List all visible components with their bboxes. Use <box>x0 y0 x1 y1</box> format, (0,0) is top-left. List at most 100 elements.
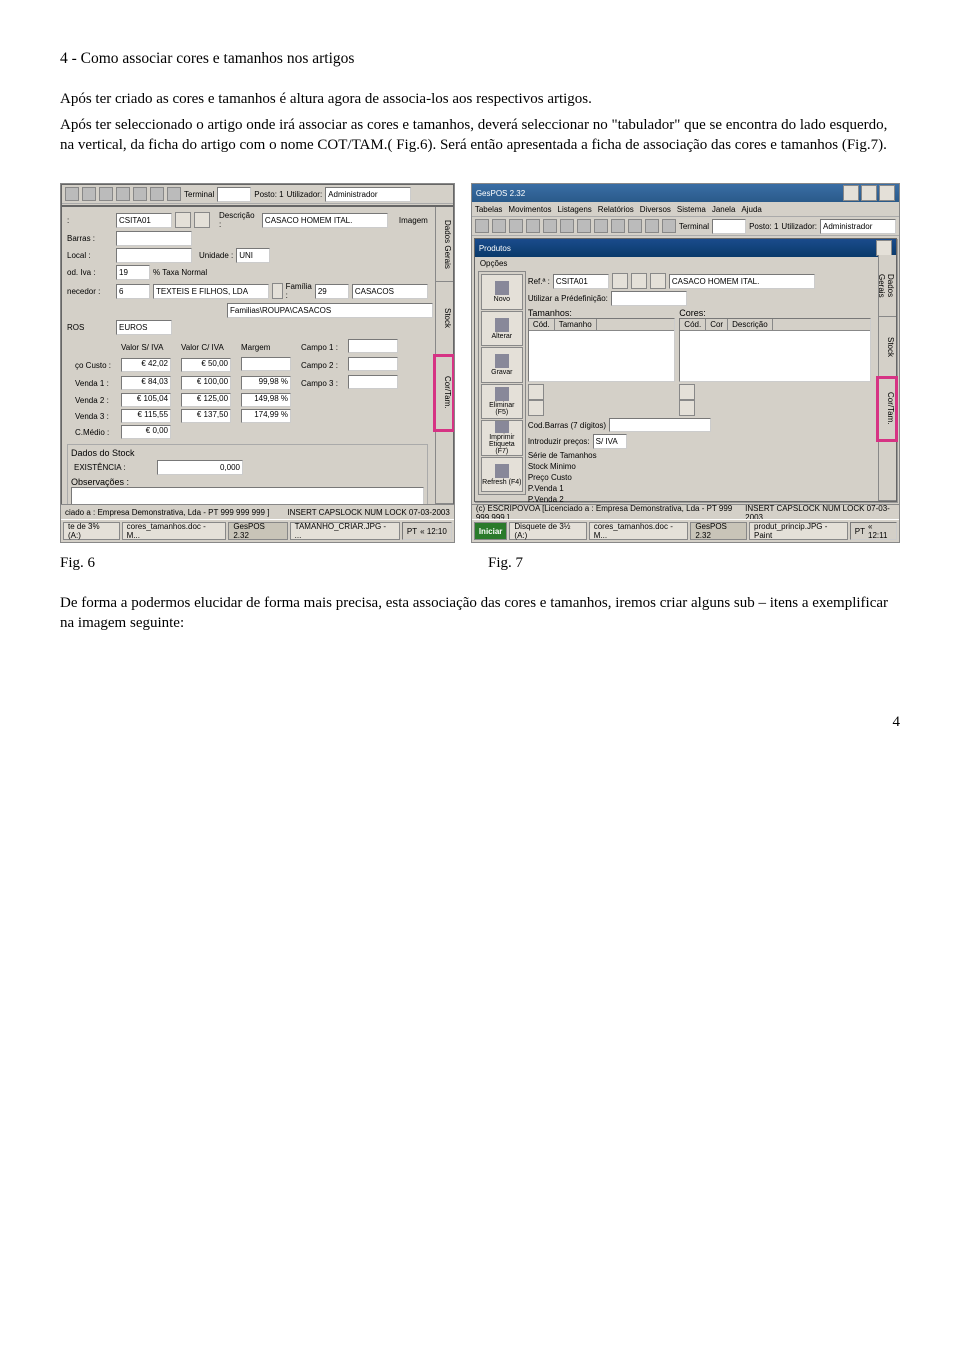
task-item[interactable]: te de 3% (A:) <box>63 522 120 540</box>
toolbar-icon[interactable] <box>594 219 608 233</box>
price-cell[interactable]: € 125,00 <box>181 393 231 407</box>
lookup-button[interactable] <box>612 273 628 289</box>
toolbar-icon[interactable] <box>543 219 557 233</box>
task-item[interactable]: TAMANHO_CRIAR.JPG - ... <box>290 522 400 540</box>
utilizador-select[interactable]: Administrador <box>325 187 411 202</box>
menu-item[interactable]: Ajuda <box>741 205 761 214</box>
menu-item[interactable]: Diversos <box>640 205 671 214</box>
toolbar-icon[interactable] <box>526 219 540 233</box>
predefinicao-select[interactable] <box>611 291 687 306</box>
price-cell[interactable]: € 42,02 <box>121 358 171 372</box>
introduzir-select[interactable]: S/ IVA <box>593 434 627 449</box>
cores-list[interactable]: Cód.CorDescrição <box>679 318 871 382</box>
codbarras-input[interactable] <box>609 418 711 432</box>
sidebar-eliminar[interactable]: Eliminar (F5) <box>481 384 523 419</box>
ref-input[interactable]: CSITA01 <box>553 274 609 289</box>
price-cell[interactable]: € 100,00 <box>181 376 231 390</box>
campo2-input[interactable] <box>348 357 398 371</box>
sidebar-imprimir[interactable]: Imprimir Etiqueta (F7) <box>481 420 523 456</box>
arrow-button[interactable] <box>194 212 210 228</box>
margem-cell[interactable]: 149,98 % <box>241 393 291 407</box>
rem-cor-button[interactable] <box>679 400 695 416</box>
menu-item[interactable]: Relatórios <box>598 205 634 214</box>
terminal-input[interactable] <box>712 219 746 234</box>
unidade-input[interactable]: UNI <box>236 248 270 263</box>
fornecedor-input[interactable]: TEXTEIS E FILHOS, LDA <box>153 284 269 299</box>
tamanhos-list[interactable]: Cód.Tamanho <box>528 318 675 382</box>
toolbar-icon[interactable] <box>662 219 676 233</box>
next-button[interactable] <box>650 273 666 289</box>
price-cell[interactable]: € 115,55 <box>121 409 171 423</box>
barras-input[interactable] <box>116 231 192 246</box>
add-cor-button[interactable] <box>679 384 695 400</box>
price-cell[interactable]: € 50,00 <box>181 358 231 372</box>
toolbar-icon[interactable] <box>509 219 523 233</box>
close-button[interactable] <box>876 240 892 256</box>
add-tamanho-button[interactable] <box>528 384 544 400</box>
close-button[interactable] <box>879 185 895 201</box>
terminal-input[interactable] <box>217 187 251 202</box>
menu-item[interactable]: Tabelas <box>475 205 503 214</box>
desc-input[interactable]: CASACO HOMEM ITAL. <box>262 213 388 228</box>
toolbar-icon[interactable] <box>645 219 659 233</box>
sidebar-refresh[interactable]: Refresh (F4) <box>481 457 523 492</box>
menu-item[interactable]: Movimentos <box>508 205 551 214</box>
price-cell[interactable]: € 0,00 <box>121 425 171 439</box>
toolbar-icon[interactable] <box>611 219 625 233</box>
campo1-input[interactable] <box>348 339 398 353</box>
task-item-active[interactable]: GesPOS 2.32 <box>690 522 747 540</box>
vtab-dados-gerais[interactable]: Dados Gerais <box>435 207 453 281</box>
price-cell[interactable]: € 137,50 <box>181 409 231 423</box>
codiva-input[interactable]: 19 <box>116 265 150 280</box>
max-button[interactable] <box>861 185 877 201</box>
toolbar-icon[interactable] <box>133 187 147 201</box>
toolbar-icon[interactable] <box>492 219 506 233</box>
vtab-stock[interactable]: Stock <box>435 282 453 356</box>
lookup-button[interactable] <box>272 283 283 299</box>
tray-lang[interactable]: PT <box>407 527 417 536</box>
toolbar-icon[interactable] <box>150 187 164 201</box>
margem-cell[interactable]: 174,99 % <box>241 409 291 423</box>
toolbar-icon[interactable] <box>65 187 79 201</box>
familia-input[interactable]: CASACOS <box>352 284 428 299</box>
prev-button[interactable] <box>631 273 647 289</box>
menu-item[interactable]: Sistema <box>677 205 706 214</box>
start-button[interactable]: Iniciar <box>474 522 508 540</box>
toolbar-icon[interactable] <box>628 219 642 233</box>
min-button[interactable] <box>843 185 859 201</box>
utilizador-select[interactable]: Administrador <box>820 219 896 234</box>
tray-lang[interactable]: PT <box>855 527 865 536</box>
toolbar-icon[interactable] <box>167 187 181 201</box>
familias-path[interactable]: Familias\ROUPA\CASACOS <box>227 303 433 318</box>
desc-input[interactable]: CASACO HOMEM ITAL. <box>669 274 815 289</box>
toolbar-icon[interactable] <box>577 219 591 233</box>
vtab-dados-gerais[interactable]: Dados Gerais <box>878 255 896 317</box>
task-item[interactable]: cores_tamanhos.doc - M... <box>589 522 689 540</box>
lookup-button[interactable] <box>175 212 191 228</box>
vtab-stock[interactable]: Stock <box>878 317 896 379</box>
moeda2-input[interactable]: EUROS <box>116 320 172 335</box>
margem-cell[interactable] <box>241 357 291 371</box>
toolbar-icon[interactable] <box>116 187 130 201</box>
margem-cell[interactable]: 99,98 % <box>241 376 291 390</box>
local-input[interactable] <box>116 248 192 263</box>
sidebar-novo[interactable]: Novo <box>481 274 523 309</box>
ref-input[interactable]: CSITA01 <box>116 213 172 228</box>
menu-item[interactable]: Listagens <box>558 205 592 214</box>
price-cell[interactable]: € 84,03 <box>121 376 171 390</box>
sidebar-gravar[interactable]: Gravar <box>481 347 523 382</box>
toolbar-icon[interactable] <box>560 219 574 233</box>
rem-tamanho-button[interactable] <box>528 400 544 416</box>
sidebar-alterar[interactable]: Alterar <box>481 311 523 346</box>
task-item[interactable]: cores_tamanhos.doc - M... <box>122 522 227 540</box>
opcoes-label[interactable]: Opções <box>475 257 896 270</box>
task-item-active[interactable]: GesPOS 2.32 <box>228 522 287 540</box>
toolbar-icon[interactable] <box>475 219 489 233</box>
vtab-extra[interactable] <box>435 430 453 504</box>
vtab-cor-tam[interactable]: Cor/Tam. <box>435 356 453 430</box>
task-item[interactable]: Disquete de 3½ (A:) <box>509 522 586 540</box>
menu-item[interactable]: Janela <box>712 205 736 214</box>
toolbar-icon[interactable] <box>99 187 113 201</box>
toolbar-icon[interactable] <box>82 187 96 201</box>
fornecedor-num[interactable]: 6 <box>116 284 150 299</box>
